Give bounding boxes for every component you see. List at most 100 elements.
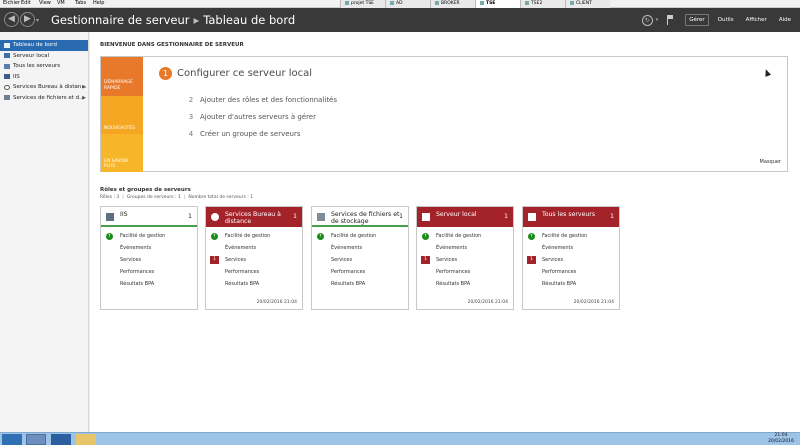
quickstart-tile-label: DÉMARRAGE RAPIDE bbox=[104, 80, 133, 91]
host-menu-file[interactable]: Eichier bbox=[0, 0, 20, 8]
sidebar-item-remote-desktop[interactable]: Services Bureau à distan... ▶ bbox=[0, 82, 88, 93]
card-row-services[interactable]: Services bbox=[101, 254, 197, 266]
sidebar-item-local-server[interactable]: Serveur local bbox=[0, 51, 88, 62]
card-timestamp: 20/02/2016 21:04 bbox=[573, 300, 614, 305]
card-row-performance[interactable]: Performances bbox=[101, 266, 197, 278]
whats-new-tile-label: NOUVEAUTÉS bbox=[104, 126, 135, 131]
role-card-remote-desktop[interactable]: Services Bureau à distance 1 ↑ Facilité d… bbox=[205, 206, 303, 310]
powershell-taskbar-icon[interactable] bbox=[51, 434, 71, 445]
host-menu-help[interactable]: Help bbox=[90, 0, 108, 8]
card-header[interactable]: Services Bureau à distance 1 bbox=[206, 207, 302, 227]
configure-local-server-link[interactable]: 1 Configurer ce serveur local bbox=[159, 67, 312, 80]
role-card-iis[interactable]: IIS 1 ↑ Facilité de gestion Événements Se… bbox=[100, 206, 198, 310]
notifications-flag-icon[interactable] bbox=[667, 15, 675, 25]
card-row-manageability[interactable]: ↑ Facilité de gestion bbox=[206, 230, 302, 242]
role-card-local-server[interactable]: Serveur local 1 ↑ Facilité de gestion Évé… bbox=[416, 206, 514, 310]
card-row-events[interactable]: Événements bbox=[206, 242, 302, 254]
vm-tab[interactable]: BROKER bbox=[430, 0, 475, 8]
iis-icon bbox=[4, 74, 10, 80]
host-menu-view[interactable]: View bbox=[36, 0, 54, 8]
refresh-icon[interactable]: ↻ bbox=[641, 14, 653, 26]
sidebar-item-dashboard[interactable]: Tableau de bord bbox=[0, 40, 88, 51]
history-dropdown-icon[interactable]: ▾ bbox=[36, 17, 39, 24]
card-header[interactable]: Services de fichiers et de stockage 1 bbox=[312, 207, 408, 227]
menu-tools[interactable]: Outils bbox=[715, 15, 737, 25]
error-count-badge: 1 bbox=[527, 256, 536, 264]
hide-link[interactable]: Masquer bbox=[760, 159, 781, 165]
learn-more-tile[interactable]: EN SAVOIR PLUS bbox=[101, 134, 143, 172]
card-row-bpa[interactable]: Résultats BPA bbox=[206, 278, 302, 290]
card-row-services[interactable]: 1 Services bbox=[523, 254, 619, 266]
server-manager-taskbar-icon[interactable] bbox=[26, 434, 46, 445]
card-row-services[interactable]: 1 Services bbox=[206, 254, 302, 266]
card-title: Services de fichiers et de stockage bbox=[331, 211, 400, 225]
chevron-down-icon[interactable]: ▾ bbox=[656, 17, 659, 23]
card-row-performance[interactable]: Performances bbox=[523, 266, 619, 278]
card-row-performance[interactable]: Performances bbox=[312, 266, 408, 278]
check-icon: ↑ bbox=[106, 233, 113, 240]
vm-tab[interactable]: CLIENT bbox=[565, 0, 610, 8]
host-vm-tabs: projet TSE AD BROKER TSE TSE2 CLIENT bbox=[340, 0, 610, 8]
card-header[interactable]: Tous les serveurs 1 bbox=[523, 207, 619, 227]
host-menu-vm[interactable]: VM bbox=[54, 0, 72, 8]
sidebar-item-label: IIS bbox=[13, 73, 20, 80]
add-servers-link[interactable]: 3 Ajouter d'autres serveurs à gérer bbox=[186, 113, 316, 121]
card-row-performance[interactable]: Performances bbox=[206, 266, 302, 278]
taskbar-clock[interactable]: 21:04 20/02/2016 bbox=[768, 433, 794, 445]
forward-arrow-icon[interactable]: ▶ bbox=[20, 12, 35, 27]
menu-help[interactable]: Aide bbox=[776, 15, 794, 25]
divider: | bbox=[183, 195, 186, 200]
check-icon: ↑ bbox=[211, 233, 218, 240]
whats-new-tile[interactable]: NOUVEAUTÉS bbox=[101, 96, 143, 134]
role-card-all-servers[interactable]: Tous les serveurs 1 ↑ Facilité de gestion… bbox=[522, 206, 620, 310]
card-row-events[interactable]: Événements bbox=[523, 242, 619, 254]
card-row-bpa[interactable]: Résultats BPA bbox=[312, 278, 408, 290]
card-row-bpa[interactable]: Résultats BPA bbox=[523, 278, 619, 290]
card-header[interactable]: IIS 1 bbox=[101, 207, 197, 227]
card-header[interactable]: Serveur local 1 bbox=[417, 207, 513, 227]
vm-tab-active[interactable]: TSE bbox=[475, 0, 520, 8]
menu-manage[interactable]: Gérer bbox=[685, 14, 709, 26]
file-explorer-taskbar-icon[interactable] bbox=[76, 434, 96, 445]
server-icon bbox=[4, 53, 10, 59]
role-card-file-services[interactable]: Services de fichiers et de stockage 1 ↑ F… bbox=[311, 206, 409, 310]
create-server-group-link[interactable]: 4 Créer un groupe de serveurs bbox=[186, 130, 301, 138]
step-label: Créer un groupe de serveurs bbox=[200, 130, 301, 138]
expand-arrow-icon[interactable]: ▶ bbox=[82, 84, 86, 90]
card-row-manageability[interactable]: ↑ Facilité de gestion bbox=[312, 230, 408, 242]
sidebar-item-iis[interactable]: IIS bbox=[0, 72, 88, 83]
divider: | bbox=[122, 195, 124, 200]
card-row-manageability[interactable]: ↑ Facilité de gestion bbox=[523, 230, 619, 242]
vm-tab[interactable]: AD bbox=[385, 0, 430, 8]
menu-view[interactable]: Afficher bbox=[743, 15, 770, 25]
sidebar-item-all-servers[interactable]: Tous les serveurs bbox=[0, 61, 88, 72]
groups-count: Groupes de serveurs : 1 bbox=[126, 195, 181, 200]
breadcrumb-root[interactable]: Gestionnaire de serveur bbox=[51, 13, 189, 27]
add-roles-link[interactable]: 2 Ajouter des rôles et des fonctionnalit… bbox=[186, 96, 337, 104]
card-row-manageability[interactable]: ↑ Facilité de gestion bbox=[417, 230, 513, 242]
card-row-manageability[interactable]: ↑ Facilité de gestion bbox=[101, 230, 197, 242]
host-menu-tabs[interactable]: Tabs bbox=[72, 0, 90, 8]
host-menu-edit[interactable]: Edit bbox=[18, 0, 36, 8]
card-row-services[interactable]: Services bbox=[312, 254, 408, 266]
sidebar: Tableau de bord Serveur local Tous les s… bbox=[0, 32, 89, 432]
back-arrow-icon[interactable]: ◀ bbox=[4, 12, 19, 27]
sidebar-item-file-services[interactable]: Services de fichiers et d... ▶ bbox=[0, 93, 88, 104]
file-services-icon bbox=[317, 213, 325, 221]
card-row-performance[interactable]: Performances bbox=[417, 266, 513, 278]
card-row-bpa[interactable]: Résultats BPA bbox=[101, 278, 197, 290]
quickstart-panel: DÉMARRAGE RAPIDE NOUVEAUTÉS EN SAVOIR PL… bbox=[100, 56, 788, 172]
vm-tab[interactable]: TSE2 bbox=[520, 0, 565, 8]
card-row-events[interactable]: Événements bbox=[312, 242, 408, 254]
card-row-bpa[interactable]: Résultats BPA bbox=[417, 278, 513, 290]
quickstart-tile[interactable]: DÉMARRAGE RAPIDE bbox=[101, 57, 143, 96]
expand-arrow-icon[interactable]: ▶ bbox=[82, 95, 86, 101]
vm-tab[interactable]: projet TSE bbox=[340, 0, 385, 8]
card-row-events[interactable]: Événements bbox=[101, 242, 197, 254]
step-number-badge: 1 bbox=[159, 67, 172, 80]
remote-desktop-icon bbox=[4, 84, 10, 90]
start-button-icon[interactable] bbox=[2, 434, 22, 445]
card-row-events[interactable]: Événements bbox=[417, 242, 513, 254]
card-row-services[interactable]: 1 Services bbox=[417, 254, 513, 266]
servers-count: Nombre total de serveurs : 1 bbox=[188, 195, 254, 200]
